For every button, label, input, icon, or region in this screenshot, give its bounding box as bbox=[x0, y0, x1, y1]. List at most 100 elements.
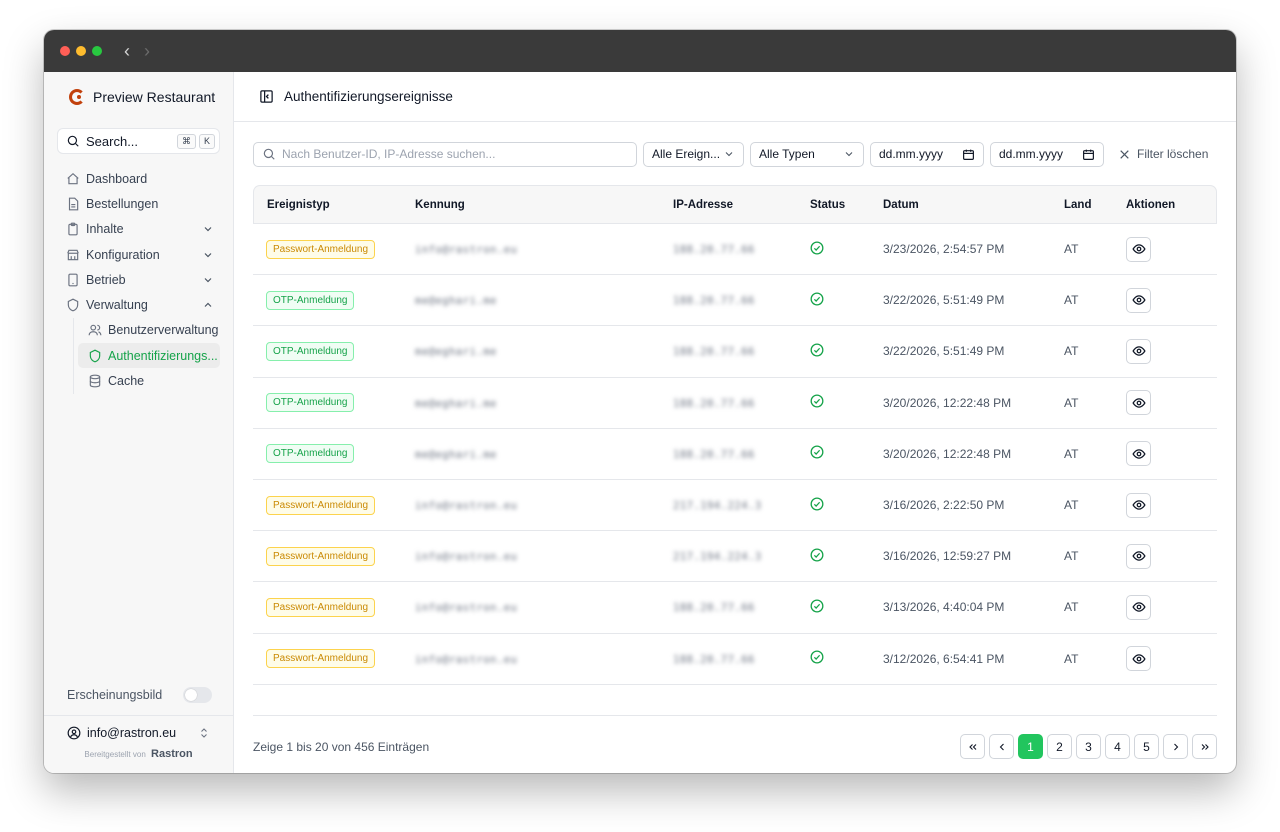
column-header[interactable]: Ereignistyp bbox=[253, 185, 415, 224]
next-page-button[interactable] bbox=[1163, 734, 1188, 759]
brand-logo-icon bbox=[69, 89, 85, 105]
cell-date: 3/22/2026, 5:51:49 PM bbox=[883, 326, 1064, 378]
check-circle-icon bbox=[810, 343, 824, 357]
chevrons-right-icon bbox=[1201, 743, 1209, 750]
ip-value: 217.194.224.3 bbox=[673, 551, 762, 564]
events-table: Ereignistyp Kennung IP-Adresse Status Da… bbox=[253, 185, 1217, 685]
prev-page-button[interactable] bbox=[989, 734, 1014, 759]
table-row: Passwort-Anmeldung info@rastron.eu 217.1… bbox=[253, 480, 1217, 532]
view-details-button[interactable] bbox=[1126, 390, 1151, 416]
sidebar-item-label: Cache bbox=[108, 374, 145, 389]
cell-actions bbox=[1126, 429, 1217, 480]
calendar-icon[interactable] bbox=[962, 148, 975, 161]
theme-toggle[interactable] bbox=[183, 687, 212, 703]
page-button[interactable]: 2 bbox=[1047, 734, 1072, 759]
page-button[interactable]: 1 bbox=[1018, 734, 1043, 759]
user-email: info@rastron.eu bbox=[87, 726, 177, 740]
date-value: 3/23/2026, 2:54:57 PM bbox=[883, 242, 1005, 257]
cell-identifier: me@eghari.me bbox=[415, 378, 673, 429]
date-to-input[interactable]: dd.mm.yyyy bbox=[990, 141, 1104, 167]
cell-ip: 188.20.77.66 bbox=[673, 378, 810, 429]
last-page-button[interactable] bbox=[1192, 734, 1217, 759]
cell-country: AT bbox=[1064, 224, 1126, 276]
cell-identifier: me@eghari.me bbox=[415, 275, 673, 327]
page-button[interactable]: 4 bbox=[1105, 734, 1130, 759]
view-details-button[interactable] bbox=[1126, 646, 1151, 672]
clipboard-icon bbox=[66, 222, 80, 236]
event-type-badge: Passwort-Anmeldung bbox=[266, 495, 376, 515]
view-details-button[interactable] bbox=[1126, 543, 1151, 569]
sidebar-item-betrieb[interactable]: Betrieb bbox=[57, 267, 220, 292]
sidebar-toggle-icon[interactable] bbox=[259, 89, 274, 104]
powered-by-brand: Rastron bbox=[151, 748, 193, 760]
ip-value: 188.20.77.66 bbox=[673, 397, 755, 410]
back-icon[interactable]: ‹ bbox=[124, 42, 130, 60]
clear-filters-button[interactable]: Filter löschen bbox=[1118, 147, 1208, 161]
sidebar-item-inhalte[interactable]: Inhalte bbox=[57, 217, 220, 242]
column-header[interactable]: Aktionen bbox=[1126, 185, 1217, 224]
sidebar-item-benutzerverwaltung[interactable]: Benutzerverwaltung bbox=[78, 318, 220, 343]
view-details-button[interactable] bbox=[1126, 287, 1151, 313]
brand[interactable]: Preview Restaurant bbox=[44, 72, 233, 122]
pagination-info: Zeige 1 bis 20 von 456 Einträgen bbox=[253, 739, 430, 754]
sidebar-item-verwaltung[interactable]: Verwaltung bbox=[57, 292, 220, 317]
event-select[interactable]: Alle Ereign... bbox=[643, 141, 744, 167]
cell-identifier: info@rastron.eu bbox=[415, 224, 673, 276]
main-content: Authentifizierungsereignisse Nach Benutz… bbox=[234, 72, 1236, 773]
sidebar-item-dashboard[interactable]: Dashboard bbox=[57, 166, 220, 191]
cell-date: 3/23/2026, 2:54:57 PM bbox=[883, 224, 1064, 276]
column-header[interactable]: Land bbox=[1064, 185, 1126, 224]
date-from-input[interactable]: dd.mm.yyyy bbox=[870, 141, 984, 167]
type-select[interactable]: Alle Typen bbox=[750, 141, 864, 167]
eye-icon bbox=[1131, 397, 1146, 408]
chevron-down-icon bbox=[202, 274, 214, 286]
column-header[interactable]: IP-Adresse bbox=[673, 185, 810, 224]
sidebar-item-bestellungen[interactable]: Bestellungen bbox=[57, 191, 220, 216]
sidebar-item-label: Verwaltung bbox=[86, 298, 148, 313]
sidebar-item-label: Benutzerverwaltung bbox=[108, 323, 219, 338]
view-details-button[interactable] bbox=[1126, 492, 1151, 518]
minimize-window-button[interactable] bbox=[76, 46, 86, 56]
page-button[interactable]: 3 bbox=[1076, 734, 1101, 759]
search-input[interactable]: Nach Benutzer-ID, IP-Adresse suchen... bbox=[253, 141, 637, 167]
sidebar-item-cache[interactable]: Cache bbox=[78, 368, 220, 393]
ip-value: 188.20.77.66 bbox=[673, 448, 755, 461]
sidebar-search[interactable]: Search... ⌘ K bbox=[57, 128, 220, 154]
cell-actions bbox=[1126, 582, 1217, 634]
calendar-icon[interactable] bbox=[1082, 148, 1095, 161]
eye-icon bbox=[1131, 346, 1146, 357]
app-window: ‹ › Preview Restaurant Search... ⌘ K Das… bbox=[44, 30, 1236, 773]
ip-value: 188.20.77.66 bbox=[673, 602, 755, 615]
cell-actions bbox=[1126, 224, 1217, 276]
chevron-left-icon bbox=[999, 743, 1004, 750]
ip-value: 217.194.224.3 bbox=[673, 500, 762, 513]
view-details-button[interactable] bbox=[1126, 441, 1151, 467]
verwaltung-submenu: Benutzerverwaltung Authentifizierungs...… bbox=[73, 317, 220, 394]
eye-icon bbox=[1131, 244, 1146, 254]
cell-status bbox=[810, 275, 883, 327]
sidebar-item-authentifizierung[interactable]: Authentifizierungs... bbox=[78, 343, 220, 369]
column-header[interactable]: Kennung bbox=[415, 185, 673, 224]
eye-icon bbox=[1131, 551, 1146, 561]
first-page-button[interactable] bbox=[960, 734, 985, 759]
user-menu[interactable]: info@rastron.eu bbox=[44, 716, 233, 740]
column-header[interactable]: Status bbox=[810, 185, 883, 224]
cell-country: AT bbox=[1064, 429, 1126, 480]
eye-icon bbox=[1131, 295, 1146, 306]
view-details-button[interactable] bbox=[1126, 236, 1151, 262]
forward-icon[interactable]: › bbox=[144, 42, 150, 60]
chevron-down-icon bbox=[723, 148, 735, 160]
cell-date: 3/16/2026, 2:22:50 PM bbox=[883, 480, 1064, 532]
view-details-button[interactable] bbox=[1126, 338, 1151, 364]
event-type-badge: OTP-Anmeldung bbox=[266, 393, 355, 413]
table-row: OTP-Anmeldung me@eghari.me 188.20.77.66 … bbox=[253, 429, 1217, 480]
page-button[interactable]: 5 bbox=[1134, 734, 1159, 759]
date-value: 3/22/2026, 5:51:49 PM bbox=[883, 293, 1005, 308]
column-header[interactable]: Datum bbox=[883, 185, 1064, 224]
sidebar-item-konfiguration[interactable]: Konfiguration bbox=[57, 242, 220, 267]
sidebar-footer: info@rastron.eu Bereitgestellt von Rastr… bbox=[44, 715, 233, 773]
close-window-button[interactable] bbox=[60, 46, 70, 56]
maximize-window-button[interactable] bbox=[92, 46, 102, 56]
view-details-button[interactable] bbox=[1126, 594, 1151, 620]
table-row: Passwort-Anmeldung info@rastron.eu 188.2… bbox=[253, 224, 1217, 276]
